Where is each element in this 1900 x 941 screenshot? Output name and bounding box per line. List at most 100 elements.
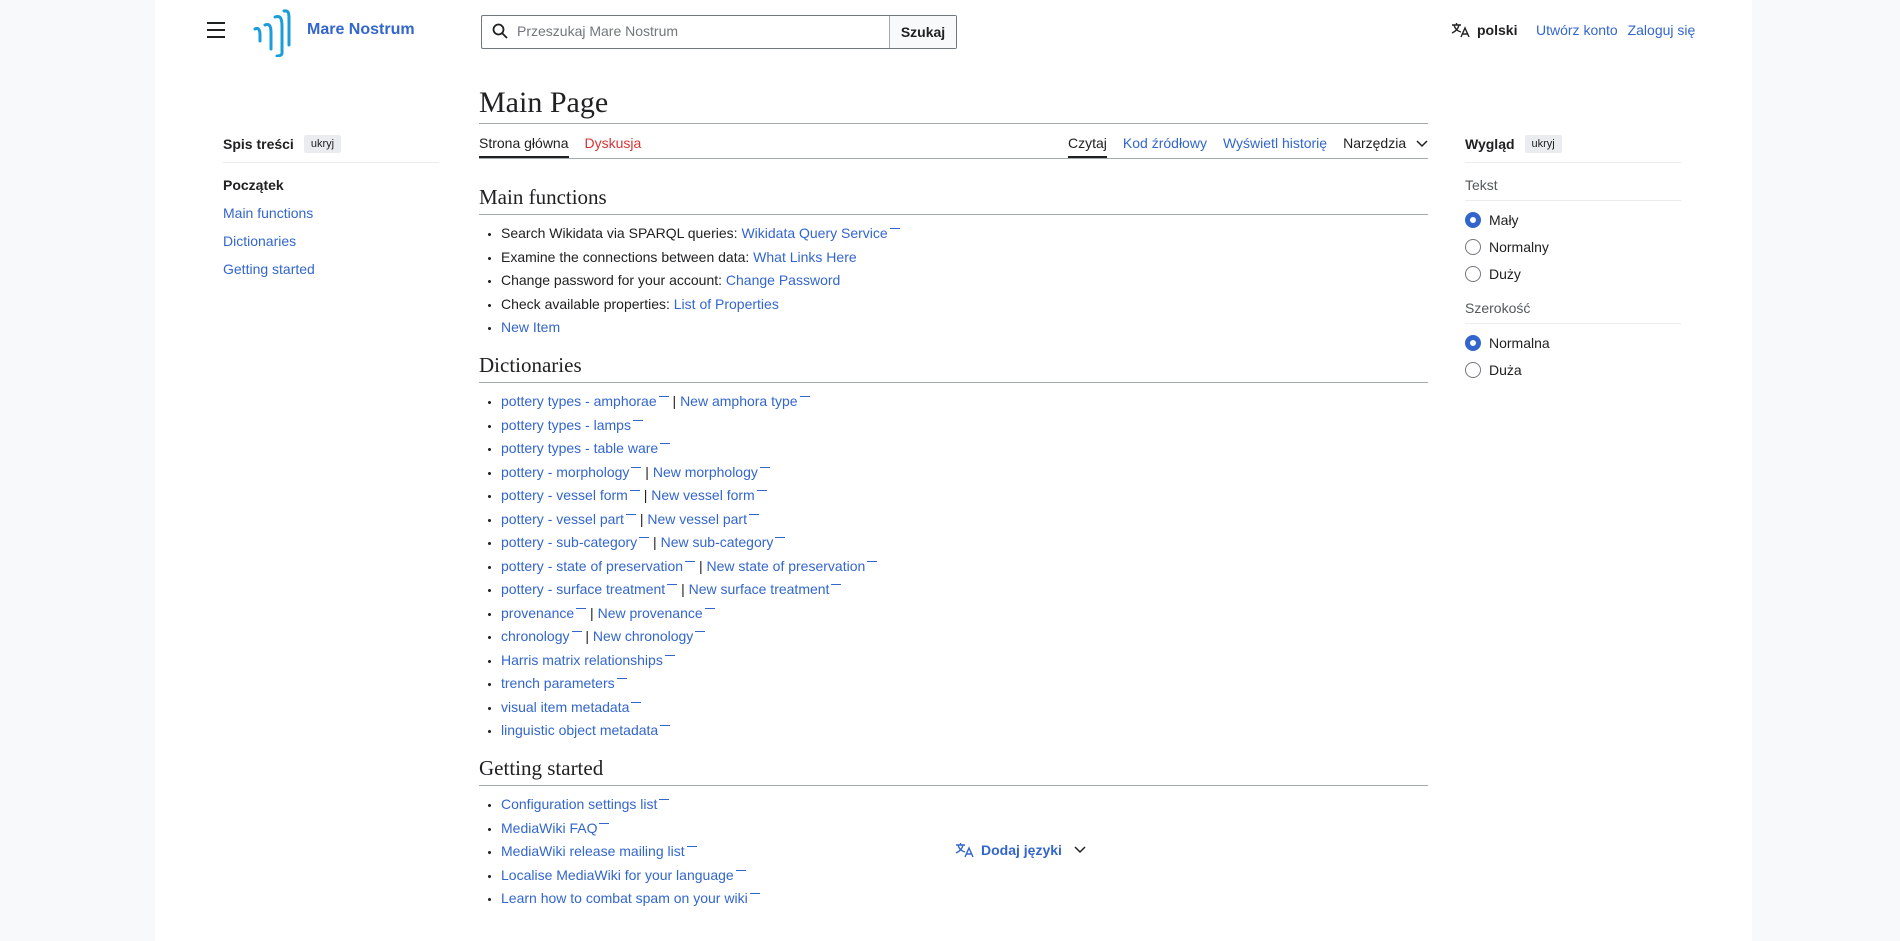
wikidata-query-service-link[interactable]: Wikidata Query Service xyxy=(741,225,899,241)
radio-label: Duża xyxy=(1489,362,1522,378)
toc-hide-button[interactable]: ukryj xyxy=(303,135,342,153)
pottery-state-of-preservation-link[interactable]: pottery - state of preservation xyxy=(501,558,695,574)
list-item: pottery types - table ware xyxy=(501,438,1428,458)
page-tabs: Strona główna Dyskusja Czytaj Kod źródło… xyxy=(479,124,1428,159)
separator: | xyxy=(581,628,593,644)
text-size-label: Tekst xyxy=(1465,177,1681,201)
new-surface-treatment-link[interactable]: New surface treatment xyxy=(689,581,842,597)
pottery-vessel-form-link[interactable]: pottery - vessel form xyxy=(501,487,640,503)
list-item: pottery - state of preservation | New st… xyxy=(501,556,1428,576)
list-item: Localise MediaWiki for your language xyxy=(501,865,1428,885)
new-provenance-link[interactable]: New provenance xyxy=(598,605,715,621)
tab-view-source[interactable]: Kod źródłowy xyxy=(1123,135,1207,158)
main-menu-icon[interactable] xyxy=(207,22,225,38)
log-in-link[interactable]: Zaloguj się xyxy=(1628,22,1696,38)
text-size-option-du-y[interactable]: Duży xyxy=(1465,266,1681,282)
list-of-properties-link[interactable]: List of Properties xyxy=(674,296,779,312)
radio-button[interactable] xyxy=(1465,239,1481,255)
configuration-settings-list-link[interactable]: Configuration settings list xyxy=(501,796,669,812)
list-item: Check available properties: List of Prop… xyxy=(501,294,1428,314)
change-password-link[interactable]: Change Password xyxy=(726,272,840,288)
new-amphora-type-link[interactable]: New amphora type xyxy=(680,393,810,409)
pottery-vessel-part-link[interactable]: pottery - vessel part xyxy=(501,511,636,527)
table-of-contents: Spis treści ukryj Początek Main function… xyxy=(223,135,439,289)
pottery-types-table-ware-link[interactable]: pottery types - table ware xyxy=(501,440,670,456)
text-size-options: Mały Normalny Duży xyxy=(1465,212,1681,282)
list-item: New Item xyxy=(501,317,1428,337)
list-item: pottery types - lamps xyxy=(501,415,1428,435)
radio-button[interactable] xyxy=(1465,362,1481,378)
pottery-types-amphorae-link[interactable]: pottery types - amphorae xyxy=(501,393,669,409)
separator: | xyxy=(677,581,689,597)
create-account-link[interactable]: Utwórz konto xyxy=(1536,22,1618,38)
list-item: visual item metadata xyxy=(501,697,1428,717)
site-name[interactable]: Mare Nostrum xyxy=(307,21,415,39)
tab-view-history[interactable]: Wyświetl historię xyxy=(1223,135,1327,158)
search-button[interactable]: Szukaj xyxy=(889,16,956,48)
tab-read[interactable]: Czytaj xyxy=(1068,135,1107,158)
pottery-sub-category-link[interactable]: pottery - sub-category xyxy=(501,534,649,550)
visual-item-metadata-link[interactable]: visual item metadata xyxy=(501,699,641,715)
list-item: pottery - vessel form | New vessel form xyxy=(501,485,1428,505)
tab-discussion[interactable]: Dyskusja xyxy=(585,135,642,158)
harris-matrix-relationships-link[interactable]: Harris matrix relationships xyxy=(501,652,675,668)
width-label: Szerokość xyxy=(1465,300,1681,324)
pottery-morphology-link[interactable]: pottery - morphology xyxy=(501,464,641,480)
text-size-option-ma-y[interactable]: Mały xyxy=(1465,212,1681,228)
list-item: MediaWiki FAQ xyxy=(501,818,1428,838)
new-sub-category-link[interactable]: New sub-category xyxy=(661,534,786,550)
text-size-option-normalny[interactable]: Normalny xyxy=(1465,239,1681,255)
search-icon xyxy=(492,23,508,39)
separator: | xyxy=(668,393,681,409)
linguistic-object-metadata-link[interactable]: linguistic object metadata xyxy=(501,722,670,738)
separator: | xyxy=(635,510,648,527)
toc-item-main-functions[interactable]: Main functions xyxy=(223,205,313,221)
search-form: Szukaj xyxy=(481,15,957,49)
tools-label: Narzędzia xyxy=(1343,135,1407,151)
search-input[interactable] xyxy=(482,16,889,46)
mediawiki-faq-link[interactable]: MediaWiki FAQ xyxy=(501,820,609,836)
provenance-link[interactable]: provenance xyxy=(501,605,586,621)
mediawiki-release-mailing-list-link[interactable]: MediaWiki release mailing list xyxy=(501,843,697,859)
new-morphology-link[interactable]: New morphology xyxy=(653,464,770,480)
toc-item-getting-started[interactable]: Getting started xyxy=(223,261,315,277)
appearance-panel: Wygląd ukryj Tekst Mały Normalny Duży Szer… xyxy=(1465,135,1681,378)
list-item: provenance | New provenance xyxy=(501,603,1428,623)
new-vessel-part-link[interactable]: New vessel part xyxy=(647,511,759,527)
separator: | xyxy=(649,534,661,550)
list-item: chronology | New chronology xyxy=(501,626,1428,646)
radio-button[interactable] xyxy=(1465,266,1481,282)
radio-button[interactable] xyxy=(1465,335,1481,351)
pottery-surface-treatment-link[interactable]: pottery - surface treatment xyxy=(501,581,677,597)
translate-icon xyxy=(1451,23,1470,38)
list-item: pottery - sub-category | New sub-categor… xyxy=(501,532,1428,552)
tab-main-page[interactable]: Strona główna xyxy=(479,135,569,158)
radio-button[interactable] xyxy=(1465,212,1481,228)
add-languages-button[interactable]: Dodaj języki xyxy=(955,842,1086,858)
toc-item-start[interactable]: Początek xyxy=(223,177,439,193)
item-text: Search Wikidata via SPARQL queries: xyxy=(501,225,742,241)
chevron-down-icon xyxy=(1416,140,1428,148)
new-chronology-link[interactable]: New chronology xyxy=(593,628,705,644)
new-vessel-form-link[interactable]: New vessel form xyxy=(651,487,766,503)
translate-icon xyxy=(955,843,974,858)
page-title: Main Page xyxy=(479,85,1428,124)
add-languages-label: Dodaj języki xyxy=(981,842,1062,858)
trench-parameters-link[interactable]: trench parameters xyxy=(501,675,627,691)
what-links-here-link[interactable]: What Links Here xyxy=(753,249,856,265)
width-option-normalna[interactable]: Normalna xyxy=(1465,335,1681,351)
site-logo[interactable] xyxy=(251,5,291,58)
localise-mediawiki-for-your-language-link[interactable]: Localise MediaWiki for your language xyxy=(501,867,746,883)
chronology-link[interactable]: chronology xyxy=(501,628,582,644)
toc-item-dictionaries[interactable]: Dictionaries xyxy=(223,233,296,249)
new-item-link[interactable]: New Item xyxy=(501,319,560,335)
width-option-du-a[interactable]: Duża xyxy=(1465,362,1681,378)
main-functions-list: Search Wikidata via SPARQL queries: Wiki… xyxy=(479,223,1428,337)
language-selector[interactable]: polski xyxy=(1451,22,1517,38)
new-state-of-preservation-link[interactable]: New state of preservation xyxy=(707,558,878,574)
learn-how-to-combat-spam-on-your-wiki-link[interactable]: Learn how to combat spam on your wiki xyxy=(501,890,760,906)
appearance-hide-button[interactable]: ukryj xyxy=(1524,135,1562,153)
pottery-types-lamps-link[interactable]: pottery types - lamps xyxy=(501,417,643,433)
list-item: pottery types - amphorae | New amphora t… xyxy=(501,391,1428,411)
tab-tools[interactable]: Narzędzia xyxy=(1343,135,1428,158)
